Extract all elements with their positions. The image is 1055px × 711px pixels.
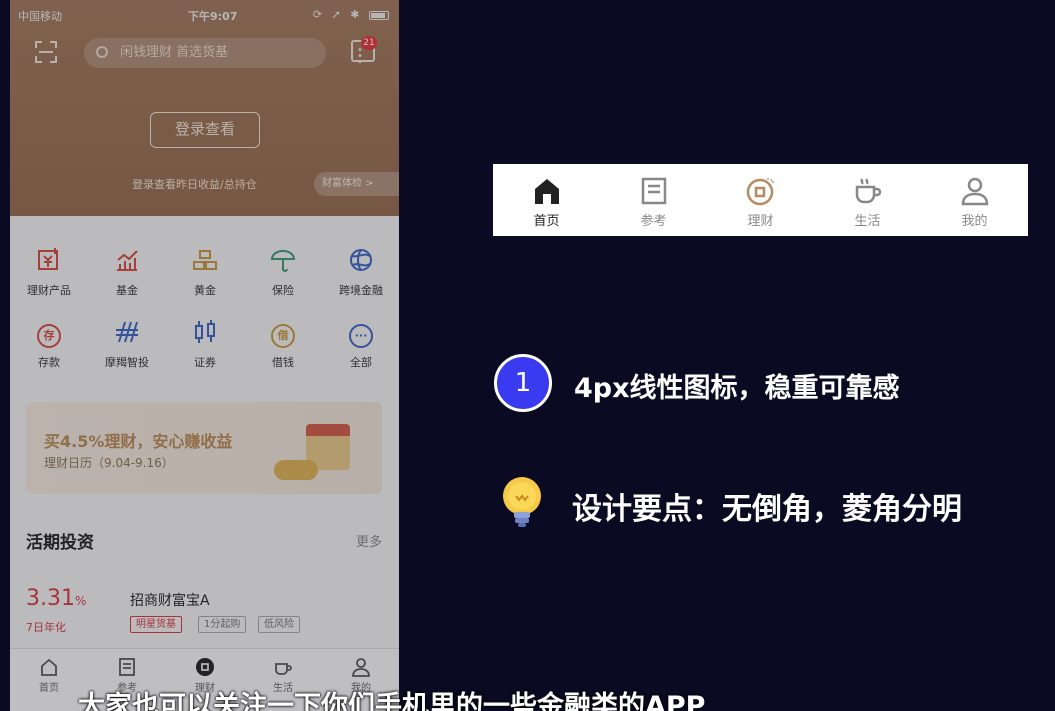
person-icon <box>961 177 988 206</box>
robo-advisor-icon <box>113 318 141 346</box>
section-title: 活期投资 <box>26 533 94 553</box>
grid-label: 借钱 <box>272 356 294 369</box>
grid-item-deposit[interactable]: 存 存款 <box>10 318 88 370</box>
grid-label: 跨境金融 <box>339 284 383 297</box>
tab-label: 理财 <box>747 214 774 229</box>
coin-icon <box>746 178 774 206</box>
grid-item-cross-border[interactable]: 跨境金融 <box>322 246 399 298</box>
demo-tab-mine[interactable]: 我的 <box>921 176 1028 229</box>
search-placeholder: 闲钱理财 首选货基 <box>120 45 229 60</box>
grid-item-all[interactable]: ··· 全部 <box>322 318 399 370</box>
rate-unit: % <box>74 594 87 608</box>
coin-icon <box>196 658 214 676</box>
product-tag: 明星货基 <box>130 616 182 633</box>
grid-label: 证券 <box>194 356 216 369</box>
demo-tab-life[interactable]: 生活 <box>814 176 921 229</box>
cup-icon <box>275 663 292 675</box>
tab-label: 我的 <box>961 214 988 229</box>
banner-headline: 买4.5%理财，安心赚收益 <box>44 432 233 451</box>
product-name[interactable]: 招商财富宝A <box>130 590 210 610</box>
rate-value: 3.31 <box>26 586 75 611</box>
coins-illustration <box>274 460 318 480</box>
status-icons: ⟳ ➚ ✱ <box>313 8 389 21</box>
hero-header: 中国移动 下午9:07 ⟳ ➚ ✱ 闲钱理财 首选货基 • • • 21 登录查… <box>10 0 399 216</box>
tab-label: 首页 <box>39 683 59 694</box>
battery-icon <box>369 10 389 20</box>
borrow-icon: 借 <box>271 324 295 348</box>
rate-label: 7日年化 <box>26 621 66 634</box>
home-icon <box>41 658 57 676</box>
wealth-product-icon <box>35 246 63 274</box>
grid-item-wealth-product[interactable]: 理财产品 <box>10 246 88 298</box>
grid-label: 全部 <box>350 356 372 369</box>
demo-tab-reference[interactable]: 参考 <box>600 176 707 229</box>
gold-icon <box>191 246 219 274</box>
grid-item-borrow[interactable]: 借 借钱 <box>244 318 322 370</box>
grid-label: 保险 <box>272 284 294 297</box>
grid-label: 存款 <box>38 356 60 369</box>
login-hint: 登录查看昨日收益/总持仓 <box>132 178 257 191</box>
cup-icon <box>855 178 881 204</box>
point-number-badge: 1 <box>494 354 552 412</box>
phone-screenshot: 中国移动 下午9:07 ⟳ ➚ ✱ 闲钱理财 首选货基 • • • 21 登录查… <box>10 0 399 711</box>
grid-item-fund[interactable]: 基金 <box>88 246 166 298</box>
product-tag: 1分起购 <box>198 616 247 633</box>
phone-tab-home[interactable]: 首页 <box>10 657 88 694</box>
search-icon <box>96 46 108 58</box>
grid-label: 基金 <box>116 284 138 297</box>
grid-label: 黄金 <box>194 284 216 297</box>
search-input[interactable]: 闲钱理财 首选货基 <box>84 38 326 68</box>
demo-tab-home[interactable]: 首页 <box>493 176 600 229</box>
deposit-icon: 存 <box>37 324 61 348</box>
product-rate: 3.31% <box>26 586 86 611</box>
document-icon <box>119 658 135 676</box>
grid-item-robo-advisor[interactable]: 摩羯智投 <box>88 318 166 370</box>
carrier-label: 中国移动 <box>18 10 62 23</box>
more-link[interactable]: 更多 <box>356 531 382 550</box>
grid-item-insurance[interactable]: 保险 <box>244 246 322 298</box>
grid-item-securities[interactable]: 证券 <box>166 318 244 370</box>
document-icon <box>641 177 666 205</box>
grid-label: 摩羯智投 <box>105 356 149 369</box>
video-subtitle: 大家也可以关注一下你们手机里的一些金融类的APP <box>78 691 706 711</box>
banner-subline: 理财日历（9.04-9.16） <box>44 456 174 470</box>
person-icon <box>352 658 370 677</box>
login-button[interactable]: 登录查看 <box>150 112 260 148</box>
grid-label: 理财产品 <box>27 284 71 297</box>
globe-icon <box>347 246 375 274</box>
promo-banner[interactable]: 买4.5%理财，安心赚收益 理财日历（9.04-9.16） <box>26 402 382 494</box>
tab-label: 生活 <box>854 214 881 229</box>
status-bar: 中国移动 下午9:07 ⟳ ➚ ✱ <box>18 8 389 24</box>
point-one-text: 4px线性图标，稳重可靠感 <box>574 373 900 404</box>
candlestick-icon <box>191 318 219 346</box>
demo-tab-wealth[interactable]: 理财 <box>707 176 814 229</box>
tab-label: 首页 <box>533 214 560 229</box>
grid-item-gold[interactable]: 黄金 <box>166 246 244 298</box>
wealth-check-button[interactable]: 财富体检 > <box>314 172 399 196</box>
umbrella-icon <box>269 246 297 274</box>
home-icon <box>534 179 559 204</box>
point-two-text: 设计要点：无倒角，菱角分明 <box>572 492 962 527</box>
tab-label: 参考 <box>640 214 667 229</box>
status-time: 下午9:07 <box>188 10 238 23</box>
demo-tab-bar: 首页 参考 理财 生活 我的 <box>493 164 1028 236</box>
message-count-badge: 21 <box>361 36 377 50</box>
product-tag: 低风险 <box>258 616 300 633</box>
scan-icon[interactable] <box>34 40 58 64</box>
more-dots-icon: ··· <box>349 324 373 348</box>
lightbulb-icon <box>503 477 541 527</box>
fund-icon <box>113 246 141 274</box>
